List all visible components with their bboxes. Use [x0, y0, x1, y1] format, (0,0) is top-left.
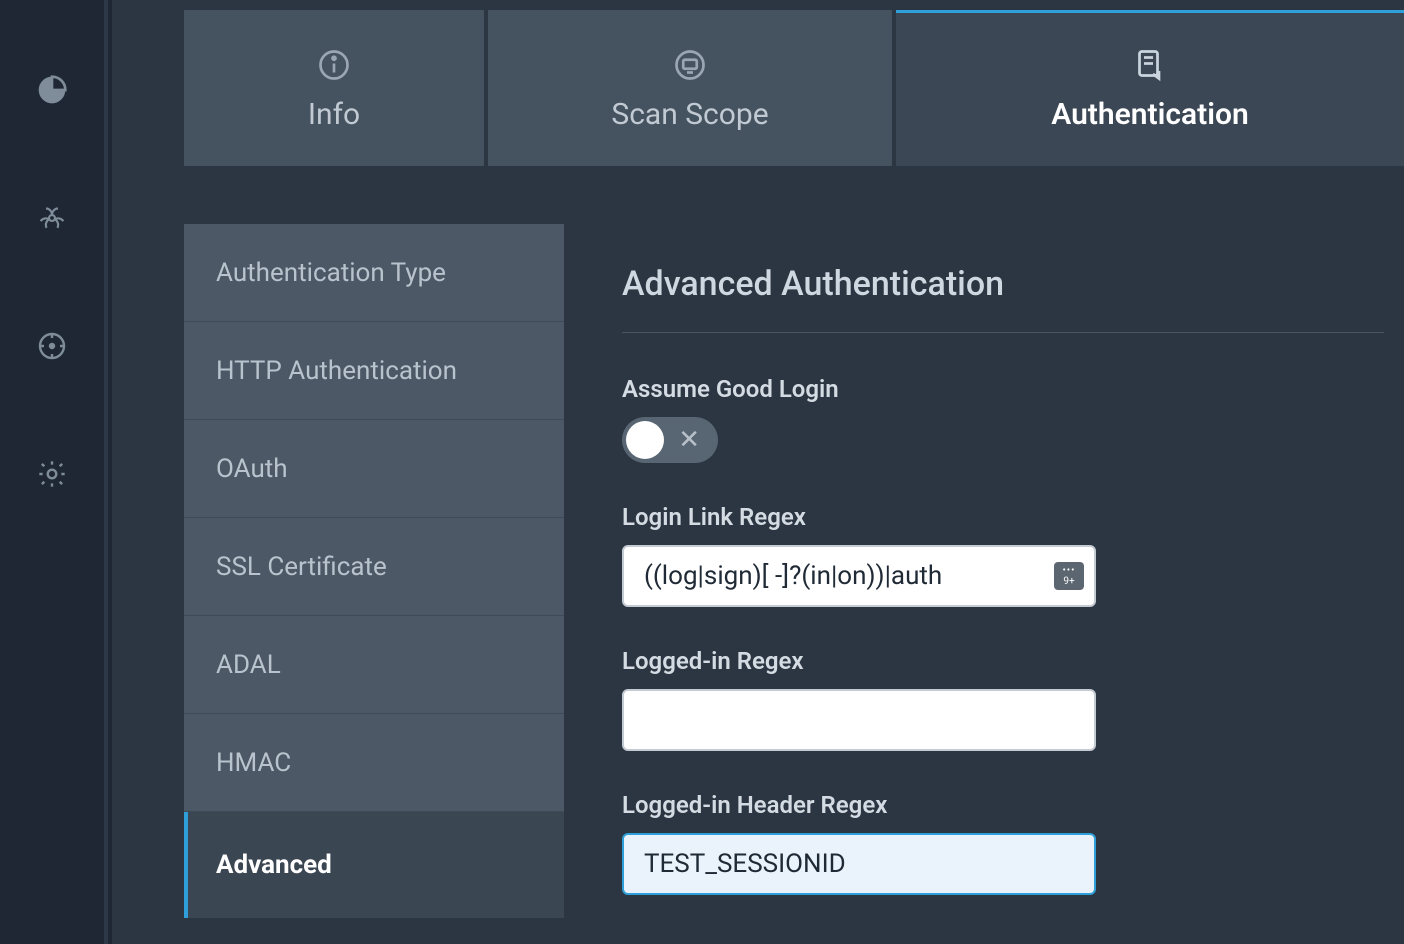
chip-text: 9+ [1063, 577, 1074, 587]
tab-authentication[interactable]: Authentication [896, 10, 1404, 166]
sidebar-item-label: HTTP Authentication [216, 356, 457, 386]
tab-bar: Info Scan Scope Authentication [184, 10, 1404, 166]
tab-info[interactable]: Info [184, 10, 484, 166]
assume-good-login-toggle[interactable]: ✕ [622, 417, 718, 463]
regex-helper-icon[interactable]: ••• 9+ [1054, 562, 1084, 590]
gear-icon[interactable] [34, 456, 70, 492]
tab-label: Authentication [1051, 97, 1249, 132]
login-link-regex-label: Login Link Regex [622, 503, 1384, 531]
form-icon [1132, 47, 1168, 83]
sidebar-item-label: Authentication Type [216, 258, 446, 288]
logged-in-header-regex-input[interactable] [644, 849, 1074, 879]
login-link-regex-input-wrapper: ••• 9+ [622, 545, 1096, 607]
sidebar-item-hmac[interactable]: HMAC [184, 714, 564, 812]
logged-in-regex-input[interactable] [644, 705, 1074, 735]
close-icon: ✕ [678, 427, 700, 453]
sidebar-item-label: HMAC [216, 748, 291, 778]
biohazard-icon[interactable] [34, 200, 70, 236]
logged-in-header-regex-label: Logged-in Header Regex [622, 791, 1384, 819]
sidebar-item-auth-type[interactable]: Authentication Type [184, 224, 564, 322]
toggle-knob [626, 421, 664, 459]
sidebar-item-ssl[interactable]: SSL Certificate [184, 518, 564, 616]
content-panel: Advanced Authentication Assume Good Logi… [622, 264, 1404, 944]
sidebar-item-label: ADAL [216, 650, 281, 680]
nav-rail [0, 0, 108, 944]
sidebar-item-http-auth[interactable]: HTTP Authentication [184, 322, 564, 420]
panel-title: Advanced Authentication [622, 264, 1384, 333]
target-icon[interactable] [34, 328, 70, 364]
sidebar-item-advanced[interactable]: Advanced [184, 812, 564, 918]
sidebar-item-oauth[interactable]: OAuth [184, 420, 564, 518]
login-link-regex-input[interactable] [644, 561, 1074, 591]
sidebar-item-adal[interactable]: ADAL [184, 616, 564, 714]
auth-sidebar: Authentication Type HTTP Authentication … [184, 224, 564, 918]
main-area: Info Scan Scope Authentication Authentic… [112, 0, 1404, 944]
sidebar-item-label: Advanced [216, 850, 332, 880]
info-icon [316, 47, 352, 83]
logged-in-regex-label: Logged-in Regex [622, 647, 1384, 675]
logged-in-header-regex-input-wrapper [622, 833, 1096, 895]
tab-label: Scan Scope [611, 97, 768, 132]
tab-scan-scope[interactable]: Scan Scope [488, 10, 892, 166]
sidebar-item-label: OAuth [216, 454, 288, 484]
assume-good-login-label: Assume Good Login [622, 375, 1384, 403]
dashboard-icon[interactable] [34, 72, 70, 108]
tab-label: Info [308, 97, 360, 132]
monitor-icon [672, 47, 708, 83]
sidebar-item-label: SSL Certificate [216, 552, 387, 582]
logged-in-regex-input-wrapper [622, 689, 1096, 751]
